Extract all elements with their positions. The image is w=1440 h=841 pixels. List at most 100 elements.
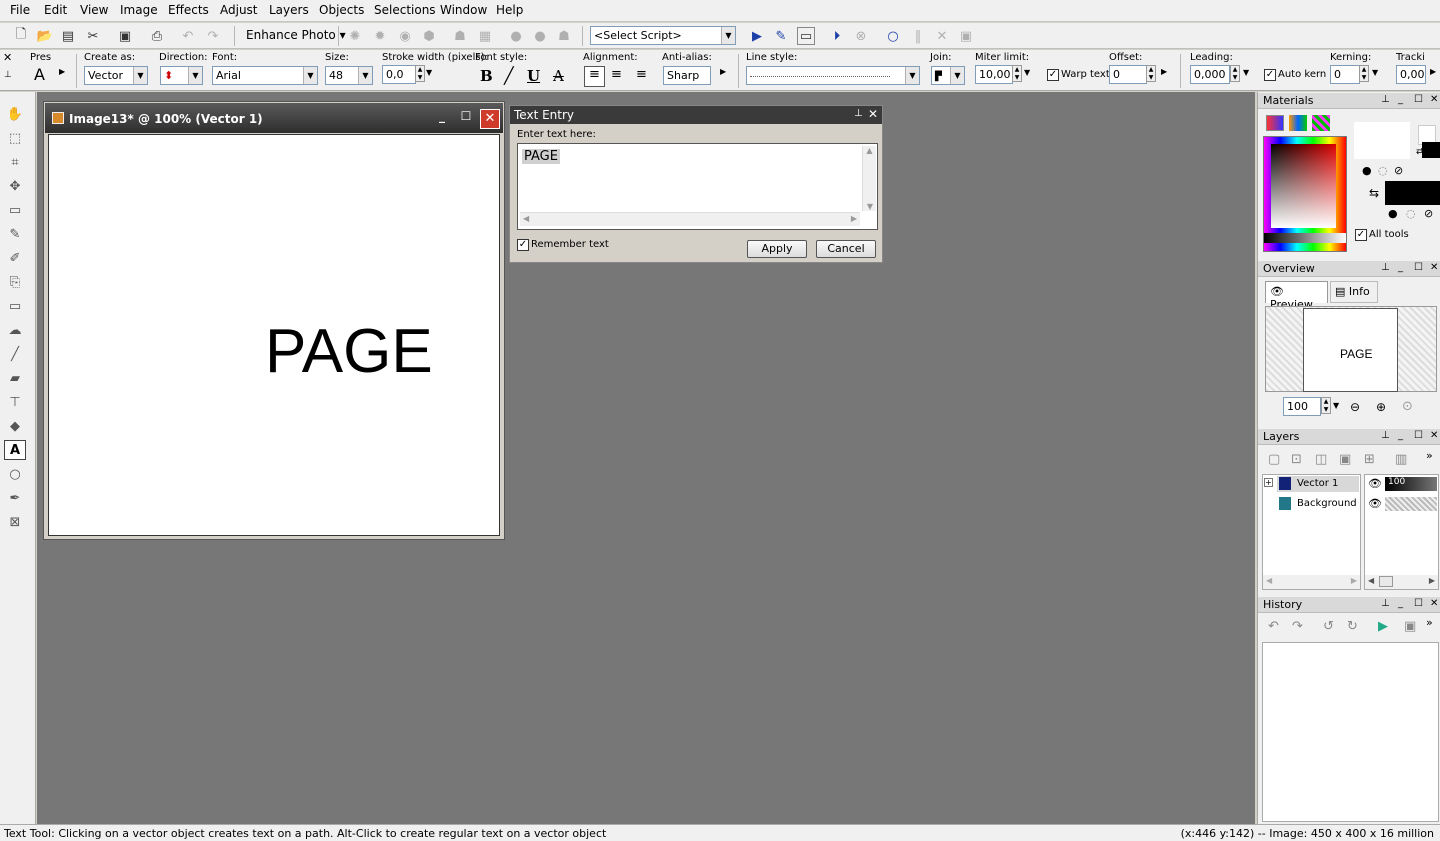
run-script-icon[interactable]: ▶ [748, 27, 766, 45]
print-icon[interactable]: ⎙ [148, 27, 166, 45]
pin-icon[interactable]: ⊥ [1381, 598, 1390, 609]
align-center-icon[interactable]: ≡ [611, 67, 622, 82]
smart-fix-icon[interactable]: ✹ [371, 27, 389, 45]
makeover-icon[interactable]: ⬢ [420, 27, 438, 45]
eraser-tool-icon[interactable]: ▰ [4, 368, 26, 388]
underline-button[interactable]: U [527, 67, 540, 85]
vertical-scrollbar[interactable]: ▲ ▼ [862, 146, 876, 211]
panorama-icon[interactable]: ▦ [476, 27, 494, 45]
materials-header[interactable]: Materials ⊥ _ ☐ ✕ [1258, 93, 1440, 109]
direction-dropdown[interactable]: ⬍ ▼ [160, 66, 203, 85]
open-file-icon[interactable]: 📂 [36, 27, 54, 45]
saturation-box[interactable] [1271, 144, 1336, 228]
kerning-dropdown-icon[interactable]: ▼ [1372, 68, 1378, 77]
kerning-spin-icon[interactable]: ▲ ▼ [1359, 65, 1369, 82]
auto-fix-icon[interactable]: ✺ [346, 27, 364, 45]
save-script-icon[interactable]: ▣ [1404, 619, 1416, 634]
menu-effects[interactable]: Effects [168, 3, 209, 17]
minimize-icon[interactable]: _ [1398, 262, 1403, 273]
zoom-in-icon[interactable]: ⊕ [1376, 400, 1386, 414]
miter-limit-input[interactable]: 10,00 [975, 65, 1013, 84]
new-mask-layer-icon[interactable]: ▣ [1339, 452, 1351, 467]
selection-tool-icon[interactable]: ⬚ [4, 128, 26, 148]
stroke-dropdown-icon[interactable]: ▼ [426, 68, 432, 77]
align-left-icon[interactable]: ≡ [584, 66, 605, 87]
visibility-eye-icon[interactable]: 👁 [1368, 497, 1382, 510]
undo-icon[interactable]: ↶ [179, 27, 197, 45]
bg-gradient-mode-icon[interactable]: ◌ [1406, 207, 1416, 220]
maximize-icon[interactable]: ☐ [456, 109, 476, 129]
miter-spin-icon[interactable]: ▲ ▼ [1012, 65, 1022, 82]
pan-tool-icon[interactable]: ✋ [4, 104, 26, 124]
minimize-icon[interactable]: _ [1398, 430, 1403, 441]
history-header[interactable]: History ⊥ _ ☐ ✕ [1258, 597, 1440, 613]
options-overflow-arrow-icon[interactable]: ▶ [1430, 67, 1436, 76]
zoom-spin-icon[interactable]: ▲ ▼ [1321, 397, 1331, 414]
quickscript-icon[interactable]: ▶ [1378, 619, 1388, 634]
text-entry-titlebar[interactable]: Text Entry ⊥ ✕ [510, 106, 882, 124]
kerning-input[interactable]: 0 [1330, 65, 1360, 84]
layers-hscrollbar[interactable]: ◀ ▶ [1263, 575, 1360, 589]
edit-script-icon[interactable]: ✎ [772, 27, 790, 45]
none-mode-icon[interactable]: ⊘ [1394, 164, 1403, 177]
overview-header[interactable]: Overview ⊥ _ ☐ ✕ [1258, 261, 1440, 277]
bg-none-mode-icon[interactable]: ⊘ [1424, 207, 1433, 220]
size-dropdown[interactable]: 48 ▼ [325, 66, 373, 85]
overview-preview[interactable]: PAGE [1265, 306, 1437, 392]
canvas-text-object[interactable]: PAGE [265, 321, 433, 383]
visibility-eye-icon[interactable]: 👁 [1368, 477, 1382, 490]
more-options-arrow-icon[interactable]: ▶ [720, 67, 726, 76]
maximize-icon[interactable]: ☐ [1414, 430, 1423, 441]
pin-icon[interactable]: ⊥ [1381, 262, 1390, 273]
color-mode-icon[interactable]: ● [1362, 164, 1372, 177]
pin-icon[interactable]: ⊥ [4, 70, 12, 80]
bg-color-mode-icon[interactable]: ● [1388, 207, 1398, 220]
join-dropdown[interactable]: ▛ ▼ [931, 66, 965, 85]
swap-small-icon[interactable]: ⇄ [1416, 147, 1424, 157]
close-icon[interactable]: ✕ [3, 51, 12, 64]
text-preset-icon[interactable]: A [34, 65, 45, 84]
zoom-actual-icon[interactable]: ⊙ [1402, 399, 1413, 414]
text-tool-icon[interactable]: A [4, 440, 26, 460]
cancel-script-icon[interactable]: ⊗ [852, 27, 870, 45]
paint-brush-tool-icon[interactable]: ✐ [4, 248, 26, 268]
properties-hscrollbar[interactable]: ◀ ▶ [1365, 575, 1438, 589]
menu-image[interactable]: Image [120, 3, 158, 17]
redo-icon[interactable]: ↻ [1347, 619, 1358, 634]
menu-adjust[interactable]: Adjust [220, 3, 258, 17]
person3-icon[interactable]: ☗ [555, 27, 573, 45]
close-icon[interactable]: ✕ [1430, 430, 1438, 441]
minimize-icon[interactable]: _ [1398, 94, 1403, 105]
duplicate-layer-icon[interactable]: ⊞ [1364, 452, 1375, 467]
tab-info[interactable]: ▤ Info [1330, 281, 1378, 303]
offset-spin-icon[interactable]: ▲ ▼ [1146, 65, 1156, 82]
retouch-tool-icon[interactable]: ╱ [4, 344, 26, 364]
new-raster-layer-icon[interactable]: ▢ [1268, 452, 1280, 467]
new-adjustment-layer-icon[interactable]: ◫ [1315, 452, 1327, 467]
redo-icon[interactable]: ↷ [204, 27, 222, 45]
warp-text-checkbox[interactable]: ✓ [1047, 69, 1059, 81]
dropper-tool-icon[interactable]: ✎ [4, 224, 26, 244]
menu-edit[interactable]: Edit [44, 3, 67, 17]
menu-help[interactable]: Help [496, 3, 523, 17]
all-tools-checkbox[interactable]: ✓ [1355, 229, 1367, 241]
new-vector-layer-icon[interactable]: ⊡ [1291, 452, 1302, 467]
marquee-tool-icon[interactable]: ▭ [4, 200, 26, 220]
maximize-icon[interactable]: ☐ [1414, 598, 1423, 609]
background-swatch[interactable] [1385, 181, 1440, 205]
minimize-icon[interactable]: _ [432, 109, 452, 129]
portrait-icon[interactable]: ☗ [451, 27, 469, 45]
scan-icon[interactable]: ✂ [84, 27, 102, 45]
select-script-dropdown[interactable]: <Select Script> ▼ [590, 26, 736, 45]
menu-layers[interactable]: Layers [269, 3, 309, 17]
frame-tab-icon[interactable] [1266, 115, 1284, 131]
zoom-out-icon[interactable]: ⊖ [1350, 400, 1360, 414]
tracking-input[interactable]: 0,000 [1396, 65, 1426, 84]
delete-layer-icon[interactable]: ▥ [1395, 452, 1407, 467]
ellipse-tool-icon[interactable]: ○ [4, 464, 26, 484]
red-eye-icon[interactable]: ◉ [396, 27, 414, 45]
leading-spin-icon[interactable]: ▲ ▼ [1230, 65, 1240, 82]
background-small-swatch[interactable] [1422, 142, 1440, 158]
minimize-icon[interactable]: _ [1398, 598, 1403, 609]
script-window-icon[interactable]: ▭ [797, 27, 815, 45]
